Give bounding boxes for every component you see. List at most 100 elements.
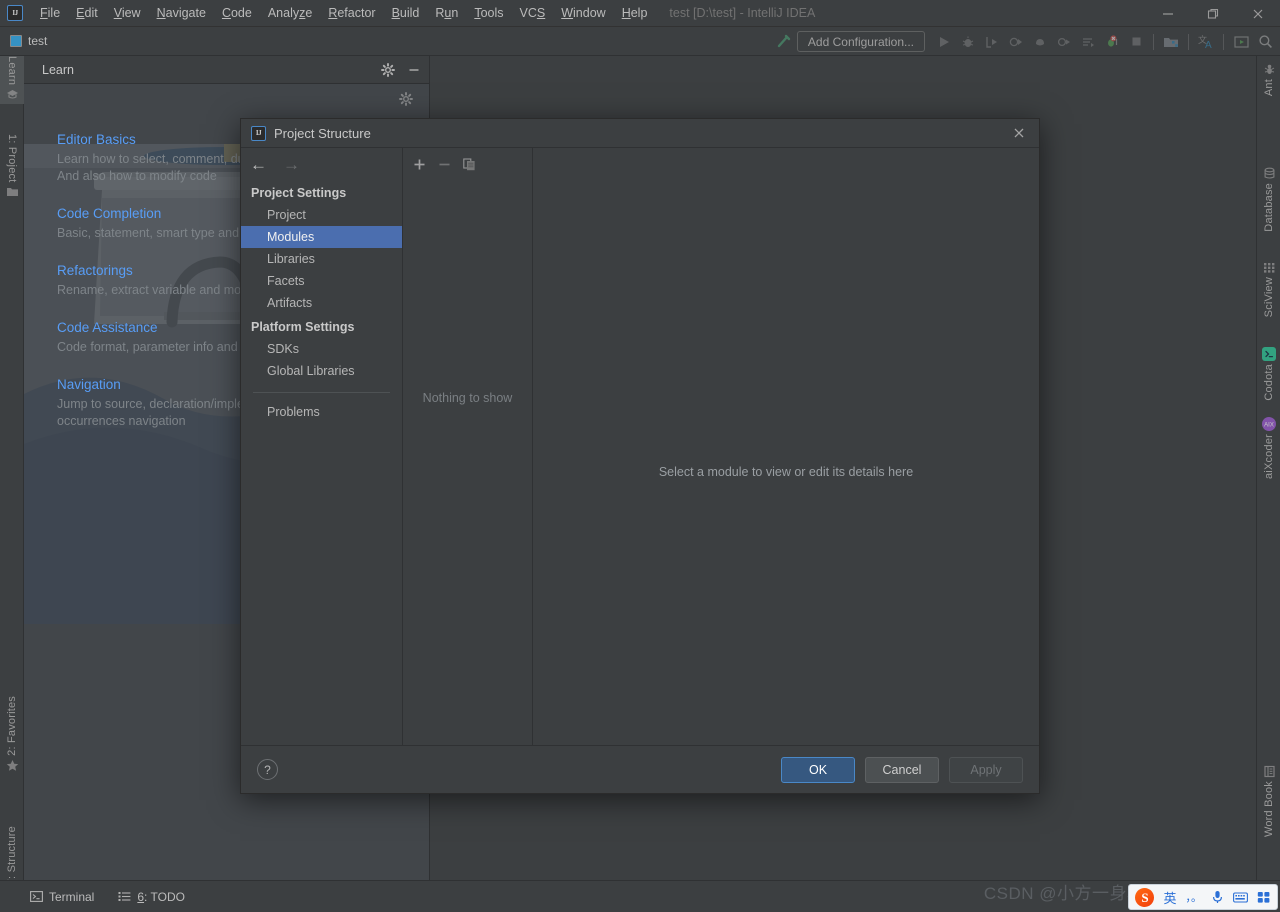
status-bar: Terminal 6: TODO CSDN @小方一身坦荡 英 ，。 (0, 880, 1280, 912)
menu-tools[interactable]: Tools (466, 2, 511, 24)
stop-icon[interactable] (1125, 31, 1147, 53)
menu-help[interactable]: Help (614, 2, 656, 24)
search-icon[interactable] (1254, 31, 1276, 53)
status-terminal-button[interactable]: Terminal (30, 890, 94, 904)
folder-icon (6, 185, 19, 198)
menu-edit[interactable]: Edit (68, 2, 106, 24)
memory-icon[interactable] (1029, 31, 1051, 53)
dialog-footer: ? OK Cancel Apply (241, 745, 1039, 793)
learn-tool-window-title: Learn (42, 62, 74, 77)
dialog-history-nav: ← → (241, 148, 402, 180)
sidebar-item-database[interactable]: Database (1257, 164, 1280, 232)
sidebar-item-artifacts[interactable]: Artifacts (241, 292, 402, 314)
sidebar-item-project-label: 1: Project (6, 134, 18, 183)
cancel-button[interactable]: Cancel (865, 756, 939, 783)
project-settings-heading: Project Settings (251, 186, 347, 200)
back-arrow-icon[interactable]: ← (250, 156, 267, 173)
sidebar-item-sciview-label: SciView (1263, 277, 1275, 318)
module-details-empty-text: Select a module to view or edit its deta… (658, 465, 914, 479)
attach-process-icon[interactable] (1053, 31, 1075, 53)
sidebar-item-ant[interactable]: Ant (1257, 60, 1280, 96)
list-run-icon[interactable] (1077, 31, 1099, 53)
modules-list-toolbar (403, 148, 532, 180)
svg-text:A: A (1205, 40, 1212, 50)
gear-icon[interactable] (381, 62, 395, 77)
sidebar-item-global-libraries[interactable]: Global Libraries (241, 360, 402, 382)
window-close-button[interactable] (1235, 0, 1280, 27)
sidebar-item-aixcoder-label: aiXcoder (1263, 434, 1275, 480)
sidebar-item-aixcoder[interactable]: AIX aiXcoder (1257, 414, 1280, 479)
sidebar-item-word-book[interactable]: Word Book (1257, 762, 1280, 837)
forward-arrow-icon[interactable]: → (283, 156, 300, 173)
add-icon[interactable] (413, 158, 426, 171)
sidebar-item-sdks[interactable]: SDKs (241, 338, 402, 360)
ime-punctuation-toggle[interactable]: ，。 (1186, 889, 1203, 905)
codota-icon (1262, 347, 1276, 361)
sidebar-item-favorites[interactable]: 2: Favorites (0, 696, 24, 775)
breadcrumb[interactable]: test (10, 34, 47, 48)
menu-file[interactable]: File (32, 2, 68, 24)
right-tool-stripe: Ant Database SciView Codota AIX aiXcoder (1256, 56, 1280, 880)
ok-button[interactable]: OK (781, 756, 855, 783)
window-title: test [D:\test] - IntelliJ IDEA (669, 6, 816, 20)
sidebar-item-project[interactable]: 1: Project (0, 134, 24, 201)
stop-debugger-icon[interactable] (1101, 31, 1123, 53)
profile-icon[interactable] (1005, 31, 1027, 53)
window-maximize-button[interactable] (1190, 0, 1235, 27)
navigation-toolbar: test Add Configuration... 文 A (0, 27, 1280, 56)
modules-list-panel: Nothing to show (403, 148, 533, 745)
sogou-logo-icon[interactable] (1135, 887, 1155, 907)
sidebar-item-libraries[interactable]: Libraries (241, 248, 402, 270)
menu-window[interactable]: Window (553, 2, 613, 24)
apply-button[interactable]: Apply (949, 756, 1023, 783)
todo-mnemonic: 6 (137, 889, 145, 904)
terminal-icon (30, 890, 43, 903)
copy-icon[interactable] (463, 157, 476, 171)
menu-analyze[interactable]: Analyze (260, 2, 320, 24)
menu-run[interactable]: Run (427, 2, 466, 24)
intellij-logo-icon: IJ (251, 125, 266, 141)
sidebar-item-learn[interactable]: Learn (0, 56, 24, 105)
run-with-coverage-icon[interactable] (981, 31, 1003, 53)
sidebar-item-learn-label: Learn (6, 56, 18, 86)
toolbar-divider (1153, 33, 1154, 50)
minimize-icon[interactable] (407, 63, 421, 77)
debug-icon[interactable] (957, 31, 979, 53)
menu-view[interactable]: View (106, 2, 149, 24)
sidebar-item-codota[interactable]: Codota (1257, 344, 1280, 401)
run-configuration-selector[interactable]: Add Configuration... (796, 31, 925, 52)
status-terminal-label: Terminal (49, 889, 95, 904)
graduation-cap-icon (6, 88, 19, 101)
run-icon[interactable] (933, 31, 955, 53)
ime-mode-label[interactable]: 英 (1163, 888, 1176, 907)
intellij-logo-icon: IJ (7, 5, 23, 21)
menu-build[interactable]: Build (384, 2, 428, 24)
hammer-icon[interactable] (773, 31, 795, 53)
menu-navigate[interactable]: Navigate (149, 2, 214, 24)
learn-settings-gear-icon[interactable] (399, 92, 413, 106)
sidebar-item-project[interactable]: Project (241, 204, 402, 226)
status-todo-button[interactable]: 6: TODO (118, 890, 185, 904)
sidebar-divider (253, 392, 390, 393)
sidebar-item-problems[interactable]: Problems (241, 401, 402, 423)
mic-icon[interactable] (1211, 890, 1224, 904)
menu-code[interactable]: Code (214, 2, 260, 24)
terminal-run-icon[interactable] (1230, 31, 1252, 53)
sidebar-item-sciview[interactable]: SciView (1257, 258, 1280, 317)
keyboard-icon[interactable] (1233, 891, 1248, 904)
sidebar-item-structure-label: 7: Structure (6, 826, 18, 886)
menu-refactor[interactable]: Refactor (320, 2, 383, 24)
toolbar-divider-3 (1223, 33, 1224, 50)
menu-vcs[interactable]: VCS (512, 2, 554, 24)
window-minimize-button[interactable] (1145, 0, 1190, 27)
apps-icon[interactable] (1257, 891, 1271, 904)
remove-icon[interactable] (438, 158, 451, 171)
book-icon (1263, 765, 1276, 778)
translate-icon[interactable]: 文A (1195, 31, 1217, 53)
sidebar-item-facets[interactable]: Facets (241, 270, 402, 292)
help-button[interactable]: ? (257, 759, 278, 780)
close-icon[interactable] (999, 119, 1039, 147)
sidebar-item-modules[interactable]: Modules (241, 226, 402, 248)
project-structure-icon[interactable] (1160, 31, 1182, 53)
left-tool-stripe: Learn 1: Project 2: Favorites 7: Structu… (0, 56, 24, 900)
